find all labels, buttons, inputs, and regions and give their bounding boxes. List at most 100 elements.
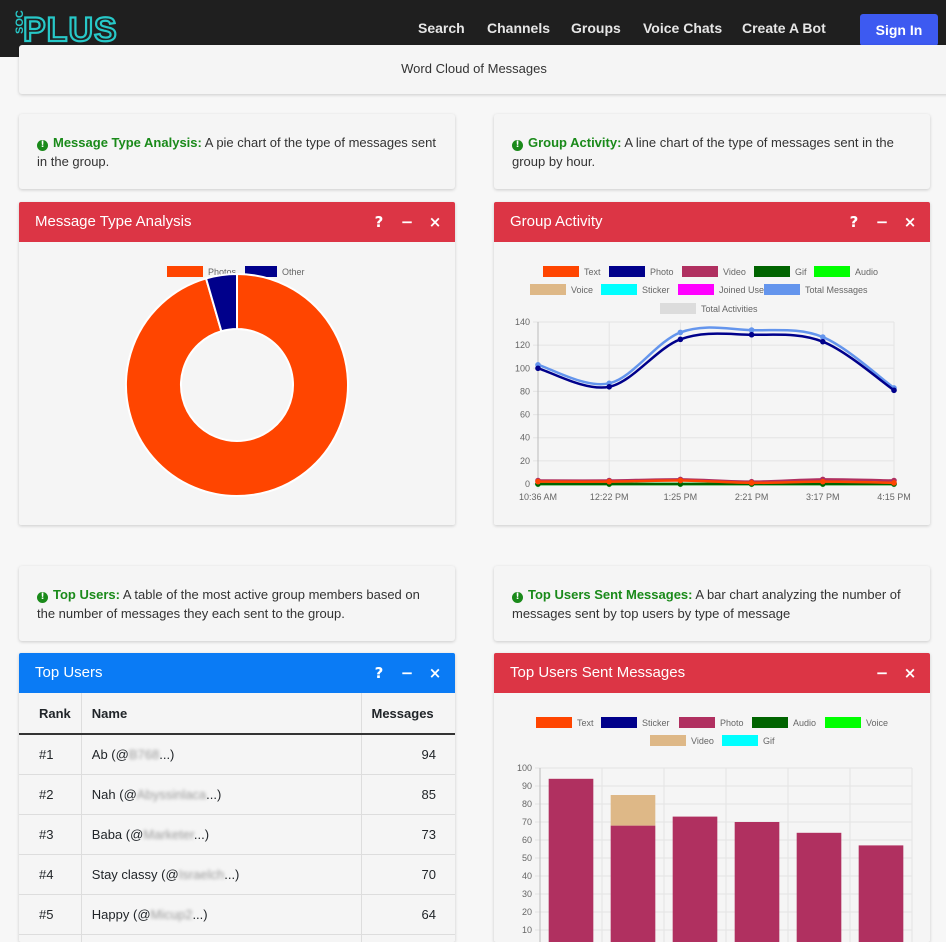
user-handle-blurred: Marketer xyxy=(143,826,194,842)
panel-title: Message Type Analysis xyxy=(35,213,192,230)
bar-photo xyxy=(858,845,904,942)
user-handle-blurred: B768 xyxy=(128,746,160,762)
group-activity-panel: Group Activity ? − × Text Photo Video Gif Au… xyxy=(494,202,930,525)
y-tick-label: 100 xyxy=(517,763,532,773)
y-tick-label: 0 xyxy=(525,479,530,489)
y-tick-label: 80 xyxy=(522,799,532,809)
y-tick-label: 80 xyxy=(520,386,530,396)
table-row[interactable]: #5 Happy (@Micup2...) 64 xyxy=(19,893,455,934)
user-name: Ab (@ xyxy=(91,746,129,762)
rank-cell: #4 xyxy=(19,853,82,894)
column-header-messages[interactable]: Messages xyxy=(361,693,455,735)
top-users-sent-panel: Top Users Sent Messages − × Text Sticker P… xyxy=(494,653,930,942)
top-users-sent-info-card: ! Top Users Sent Messages: A bar chart an… xyxy=(494,566,930,641)
info-icon: ! xyxy=(512,140,523,151)
series-line-total-messages xyxy=(537,326,895,389)
y-tick-label: 30 xyxy=(522,889,532,899)
table-row[interactable]: #1 Ab (@B768...) 94 xyxy=(19,733,455,774)
user-name: Nah (@ xyxy=(91,786,137,802)
bar-photo xyxy=(672,816,718,942)
info-title: Group Activity: xyxy=(528,135,622,150)
x-tick-label: 1:25 PM xyxy=(664,492,698,502)
minimize-icon[interactable]: − xyxy=(875,664,889,682)
user-handle-end: ...) xyxy=(192,906,208,922)
y-tick-label: 60 xyxy=(520,410,530,420)
user-handle-blurred: Israelch xyxy=(178,866,225,882)
name-cell[interactable]: Baba (@Marketer...) xyxy=(81,813,362,854)
group-activity-info-card: ! Group Activity: A line chart of the typ… xyxy=(494,114,930,189)
close-icon[interactable]: × xyxy=(428,664,442,682)
word-cloud-label: Word Cloud of Messages xyxy=(401,61,547,76)
minimize-icon[interactable]: − xyxy=(400,213,414,231)
sign-in-button[interactable]: Sign In xyxy=(860,14,938,46)
y-tick-label: 90 xyxy=(522,781,532,791)
panel-title: Top Users xyxy=(35,664,103,681)
message-type-info-card: ! Message Type Analysis: A pie chart of t… xyxy=(19,114,455,189)
close-icon[interactable]: × xyxy=(428,213,442,231)
messages-cell: 85 xyxy=(361,773,455,814)
nav-create-a-bot[interactable]: Create A Bot xyxy=(742,20,826,36)
logo-main-text: PLUS xyxy=(23,11,117,48)
table-row[interactable]: #4 Stay classy (@Israelch...) 70 xyxy=(19,853,455,894)
line-chart: 0 20 40 60 80 100 120 140 10:36 AM 12:22 PM 1:25 P… xyxy=(515,317,911,502)
socplus-logo[interactable]: SOC PLUS xyxy=(7,10,117,48)
nav-voice-chats[interactable]: Voice Chats xyxy=(643,20,722,36)
name-cell[interactable]: Happy (@Micup2...) xyxy=(81,893,362,934)
y-tick-label: 40 xyxy=(522,871,532,881)
messages-cell: 70 xyxy=(361,853,455,894)
minimize-icon[interactable]: − xyxy=(400,664,414,682)
rank-cell xyxy=(19,933,82,942)
nav-groups[interactable]: Groups xyxy=(571,20,621,36)
data-point-photo xyxy=(891,387,897,394)
name-cell[interactable]: Nah (@Abyssinlaca...) xyxy=(81,773,362,814)
help-icon[interactable]: ? xyxy=(372,664,386,682)
data-point-photo xyxy=(820,338,826,345)
info-title: Top Users Sent Messages: xyxy=(528,587,693,602)
user-handle-end: ...) xyxy=(193,826,210,842)
y-tick-label: 10 xyxy=(522,925,532,935)
x-tick-label: 10:36 AM xyxy=(519,492,557,502)
user-handle-end: ...) xyxy=(206,786,222,802)
column-header-rank[interactable]: Rank xyxy=(19,693,82,735)
close-icon[interactable]: × xyxy=(903,664,917,682)
table-row[interactable]: #3 Baba (@Marketer...) 73 xyxy=(19,813,455,854)
column-header-name[interactable]: Name xyxy=(81,693,362,735)
x-tick-label: 12:22 PM xyxy=(590,492,629,502)
y-tick-label: 60 xyxy=(522,835,532,845)
message-type-panel: Message Type Analysis ? − × Photos Other xyxy=(19,202,455,525)
x-tick-label: 2:21 PM xyxy=(735,492,769,502)
name-cell[interactable]: Stay classy (@Israelch...) xyxy=(81,853,362,894)
series-line-photo xyxy=(537,332,895,392)
minimize-icon[interactable]: − xyxy=(875,213,889,231)
panel-header: Message Type Analysis ? − × xyxy=(19,202,455,242)
nav-channels[interactable]: Channels xyxy=(487,20,550,36)
info-icon: ! xyxy=(37,140,48,151)
name-cell[interactable] xyxy=(81,933,362,942)
user-handle-blurred: Micup2 xyxy=(150,906,193,922)
top-users-table: Rank Name Messages #1 Ab (@B768...) 94 #… xyxy=(19,693,455,942)
data-point-text xyxy=(820,478,826,485)
table-row[interactable] xyxy=(19,933,455,942)
data-point-text xyxy=(606,478,612,485)
panel-title: Top Users Sent Messages xyxy=(510,664,686,681)
name-cell[interactable]: Ab (@B768...) xyxy=(81,733,362,774)
pie-chart xyxy=(125,272,349,497)
y-tick-label: 40 xyxy=(520,433,530,443)
x-tick-label: 3:17 PM xyxy=(806,492,840,502)
help-icon[interactable]: ? xyxy=(372,213,386,231)
help-icon[interactable]: ? xyxy=(847,213,861,231)
user-handle-end: ...) xyxy=(159,746,175,762)
close-icon[interactable]: × xyxy=(903,213,917,231)
info-title: Message Type Analysis: xyxy=(53,135,202,150)
panel-title: Group Activity xyxy=(510,213,603,230)
bar-video xyxy=(610,795,656,826)
messages-cell: 94 xyxy=(361,733,455,774)
rank-cell: #1 xyxy=(19,733,82,774)
info-icon: ! xyxy=(37,592,48,603)
bar-photo xyxy=(610,825,656,942)
nav-search[interactable]: Search xyxy=(418,20,465,36)
bar-chart: 0102030405060708090100 xyxy=(517,763,913,942)
rank-cell: #5 xyxy=(19,893,82,934)
table-row[interactable]: #2 Nah (@Abyssinlaca...) 85 xyxy=(19,773,455,814)
data-point-text xyxy=(891,480,897,486)
